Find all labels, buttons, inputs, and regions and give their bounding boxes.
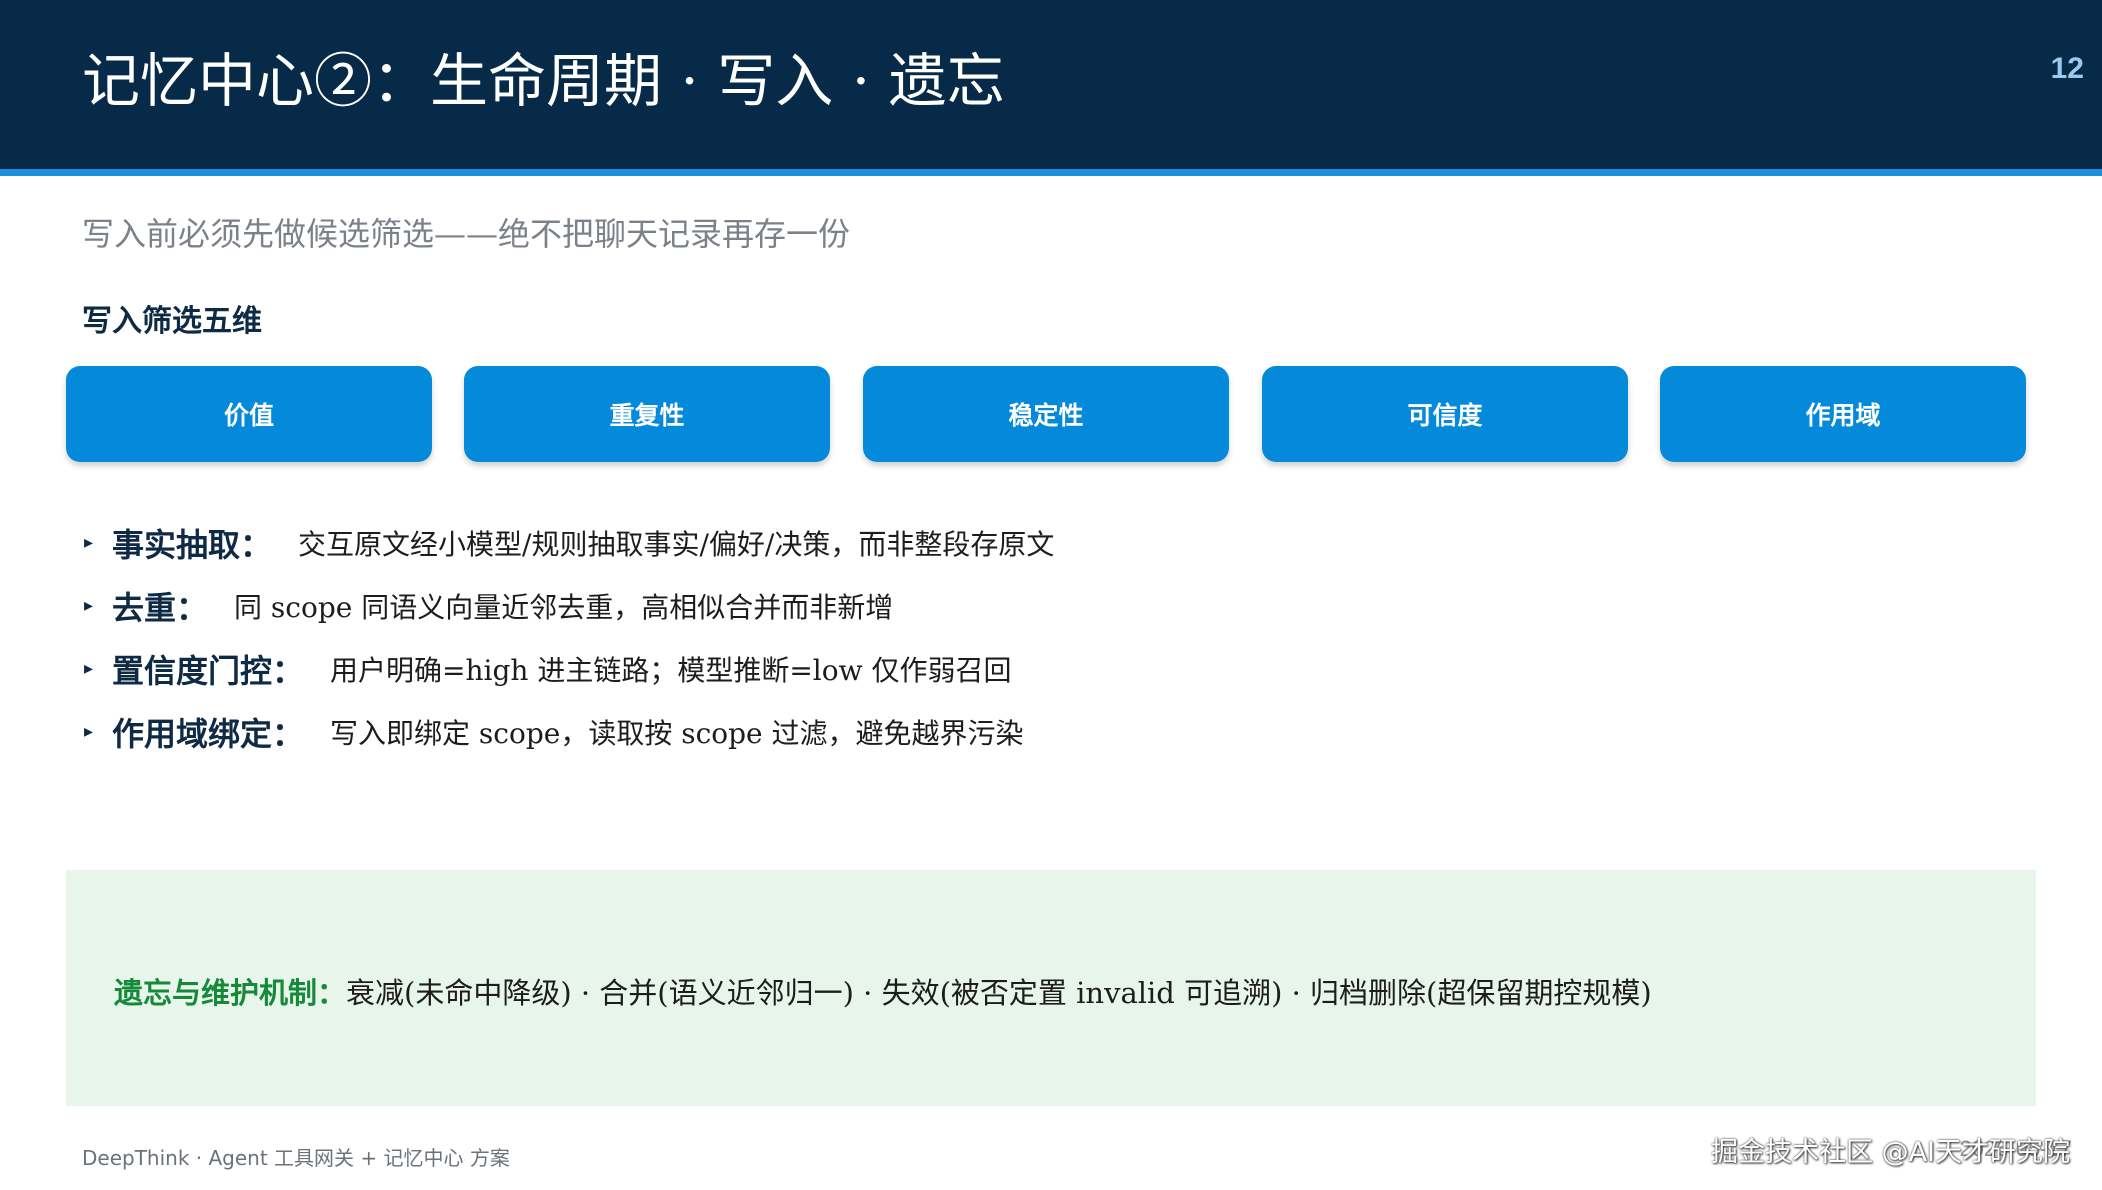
watermark: 掘金技术社区 @AI天才研究院 xyxy=(1710,1137,2070,1168)
panel-label: 遗忘与维护机制： xyxy=(114,976,347,1010)
bullet-item: ▸ 事实抽取： 交互原文经小模型/规则抽取事实/偏好/决策，而非整段存原文 xyxy=(84,511,1054,574)
bullet-text: 同 scope 同语义向量近邻去重，高相似合并而非新增 xyxy=(234,590,894,624)
bullet-key: 作用域绑定： xyxy=(112,714,305,753)
bullet-text: 交互原文经小模型/规则抽取事实/偏好/决策，而非整段存原文 xyxy=(298,527,1055,561)
footer-text: DeepThink · Agent 工具网关 + 记忆中心 方案 xyxy=(82,1146,510,1170)
bullet-key: 去重： xyxy=(112,588,209,627)
slide-subtitle: 写入前必须先做候选筛选——绝不把聊天记录再存一份 xyxy=(82,215,851,253)
header-accent-line xyxy=(0,169,2102,176)
bullet-item: ▸ 作用域绑定： 写入即绑定 scope，读取按 scope 过滤，避免越界污染 xyxy=(84,700,1054,763)
bullet-triangle-icon: ▸ xyxy=(84,595,94,616)
bullet-item: ▸ 去重： 同 scope 同语义向量近邻去重，高相似合并而非新增 xyxy=(84,574,1054,637)
bullet-list: ▸ 事实抽取： 交互原文经小模型/规则抽取事实/偏好/决策，而非整段存原文 ▸ … xyxy=(84,511,1054,763)
slide: 记忆中心②：生命周期 · 写入 · 遗忘 12 写入前必须先做候选筛选——绝不把… xyxy=(0,0,2102,1190)
section-label: 写入筛选五维 xyxy=(82,304,262,339)
page-number: 12 xyxy=(2050,52,2084,85)
dimension-card-credibility: 可信度 xyxy=(1262,366,1628,462)
bullet-key: 事实抽取： xyxy=(112,525,273,564)
header-bar: 记忆中心②：生命周期 · 写入 · 遗忘 12 xyxy=(0,0,2102,169)
bullet-text: 用户明确=high 进主链路；模型推断=low 仅作弱召回 xyxy=(330,653,1012,687)
bullet-triangle-icon: ▸ xyxy=(84,721,94,742)
bullet-triangle-icon: ▸ xyxy=(84,532,94,553)
panel-content: 遗忘与维护机制：衰减(未命中降级) · 合并(语义近邻归一) · 失效(被否定置… xyxy=(114,970,1652,1012)
bullet-triangle-icon: ▸ xyxy=(84,658,94,679)
dimension-card-repetition: 重复性 xyxy=(464,366,830,462)
bullet-text: 写入即绑定 scope，读取按 scope 过滤，避免越界污染 xyxy=(330,716,1024,750)
dimension-card-value: 价值 xyxy=(66,366,432,462)
dimension-card-scope: 作用域 xyxy=(1660,366,2026,462)
slide-title: 记忆中心②：生命周期 · 写入 · 遗忘 xyxy=(82,47,1005,115)
forgetting-panel: 遗忘与维护机制：衰减(未命中降级) · 合并(语义近邻归一) · 失效(被否定置… xyxy=(66,870,2036,1106)
panel-text: 衰减(未命中降级) · 合并(语义近邻归一) · 失效(被否定置 invalid… xyxy=(346,976,1652,1010)
bullet-key: 置信度门控： xyxy=(112,651,305,690)
dimension-card-stability: 稳定性 xyxy=(863,366,1229,462)
dimension-row: 价值 重复性 稳定性 可信度 作用域 xyxy=(66,366,2026,462)
bullet-item: ▸ 置信度门控： 用户明确=high 进主链路；模型推断=low 仅作弱召回 xyxy=(84,637,1054,700)
